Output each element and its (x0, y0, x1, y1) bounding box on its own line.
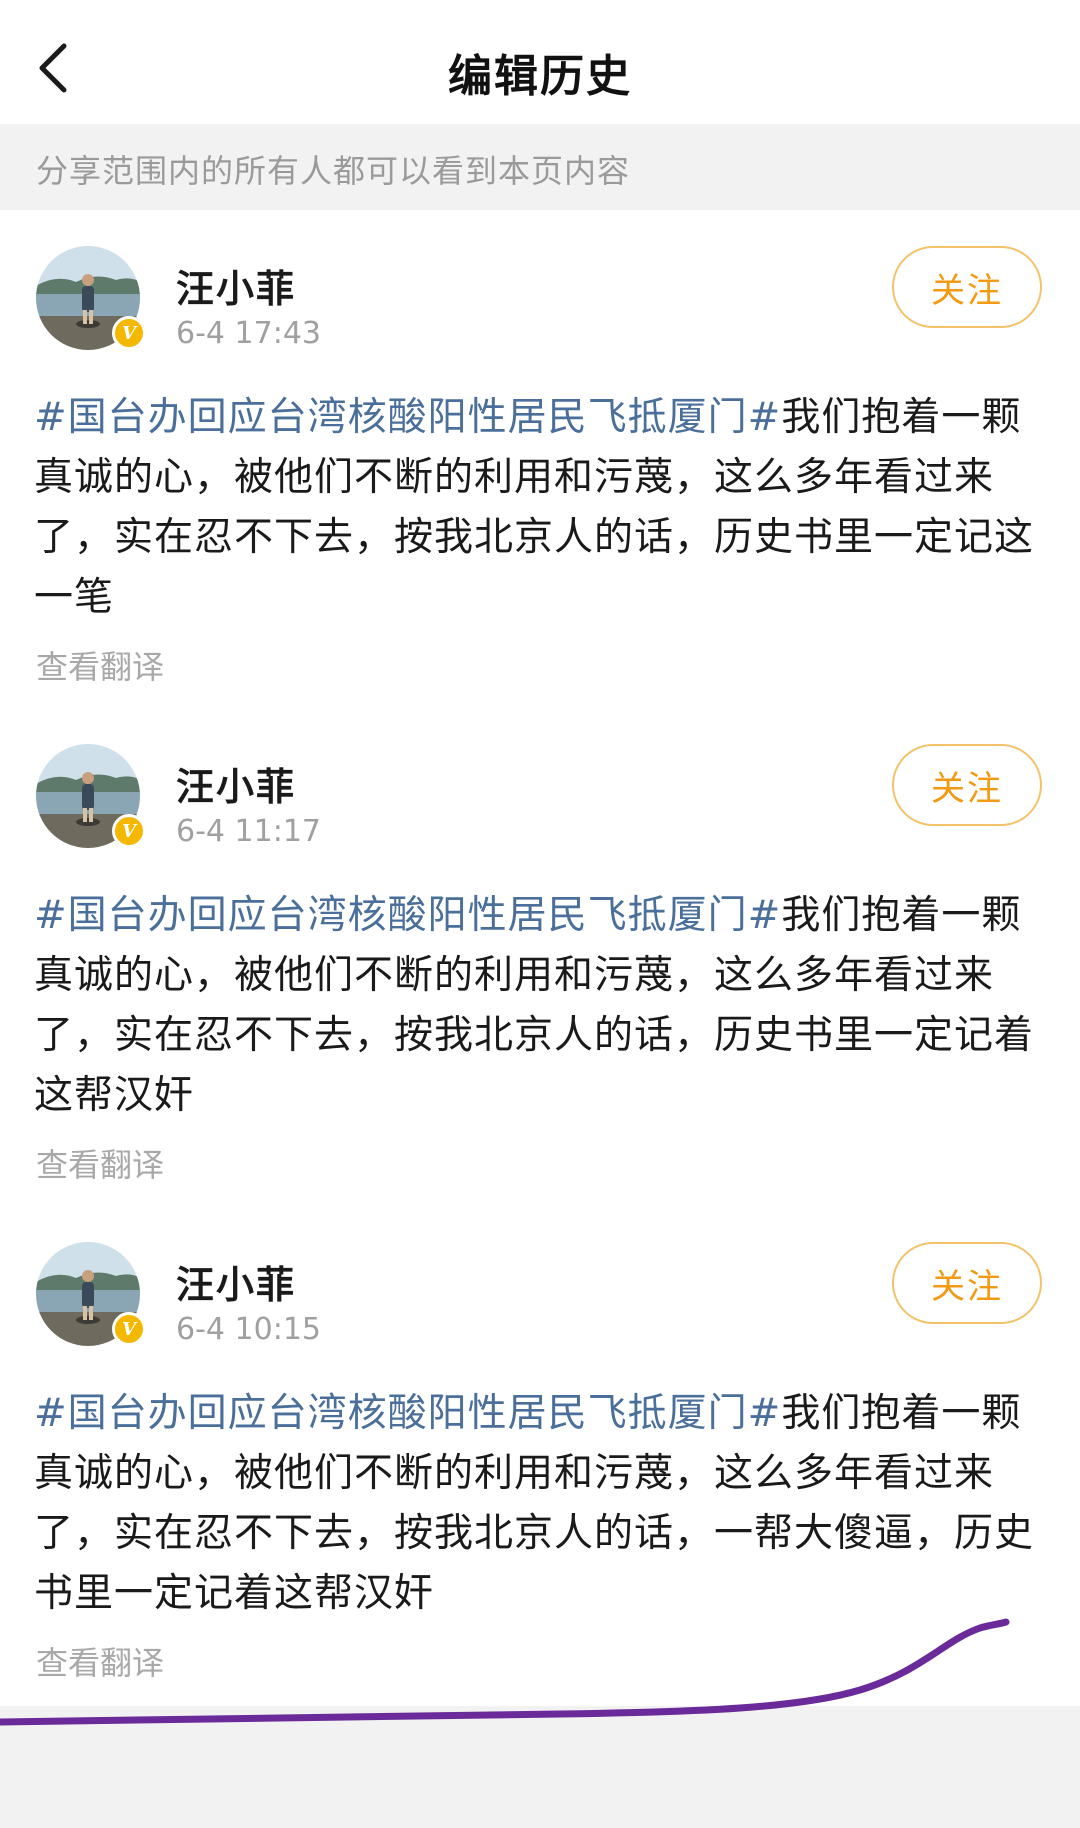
hashtag-link[interactable]: #国台办回应台湾核酸阳性居民飞抵厦门# (34, 1391, 781, 1436)
visibility-notice-bar: 分享范围内的所有人都可以看到本页内容 (0, 124, 1080, 210)
visibility-notice-text: 分享范围内的所有人都可以看到本页内容 (36, 152, 631, 190)
page-title: 编辑历史 (448, 51, 632, 102)
timestamp: 6-4 10:15 (176, 1312, 321, 1347)
view-translation-link[interactable]: 查看翻译 (36, 642, 164, 688)
view-translation-link[interactable]: 查看翻译 (36, 1638, 164, 1684)
follow-button[interactable]: 关注 (892, 246, 1042, 328)
hashtag-link[interactable]: #国台办回应台湾核酸阳性居民飞抵厦门# (34, 395, 781, 440)
edit-history-item: V 汪小菲 6-4 10:15 关注 #国台办回应台湾核酸阳性居民飞抵厦门#我们… (0, 1206, 1080, 1704)
verified-v-icon: V (112, 1312, 146, 1346)
post-text: #国台办回应台湾核酸阳性居民飞抵厦门#我们抱着一颗真诚的心，被他们不断的利用和污… (34, 1384, 1046, 1624)
nav-bar: 编辑历史 (0, 0, 1080, 124)
username[interactable]: 汪小菲 (176, 1254, 296, 1309)
username[interactable]: 汪小菲 (176, 258, 296, 313)
footer-background (0, 1706, 1080, 1828)
timestamp: 6-4 17:43 (176, 316, 321, 351)
hashtag-link[interactable]: #国台办回应台湾核酸阳性居民飞抵厦门# (34, 893, 781, 938)
post-text: #国台办回应台湾核酸阳性居民飞抵厦门#我们抱着一颗真诚的心，被他们不断的利用和污… (34, 388, 1046, 628)
verified-v-icon: V (112, 316, 146, 350)
username[interactable]: 汪小菲 (176, 756, 296, 811)
follow-button[interactable]: 关注 (892, 1242, 1042, 1324)
edit-history-item: V 汪小菲 6-4 17:43 关注 #国台办回应台湾核酸阳性居民飞抵厦门#我们… (0, 210, 1080, 708)
follow-button[interactable]: 关注 (892, 744, 1042, 826)
post-text: #国台办回应台湾核酸阳性居民飞抵厦门#我们抱着一颗真诚的心，被他们不断的利用和污… (34, 886, 1046, 1126)
edit-history-item: V 汪小菲 6-4 11:17 关注 #国台办回应台湾核酸阳性居民飞抵厦门#我们… (0, 708, 1080, 1206)
verified-v-icon: V (112, 814, 146, 848)
view-translation-link[interactable]: 查看翻译 (36, 1140, 164, 1186)
timestamp: 6-4 11:17 (176, 814, 321, 849)
